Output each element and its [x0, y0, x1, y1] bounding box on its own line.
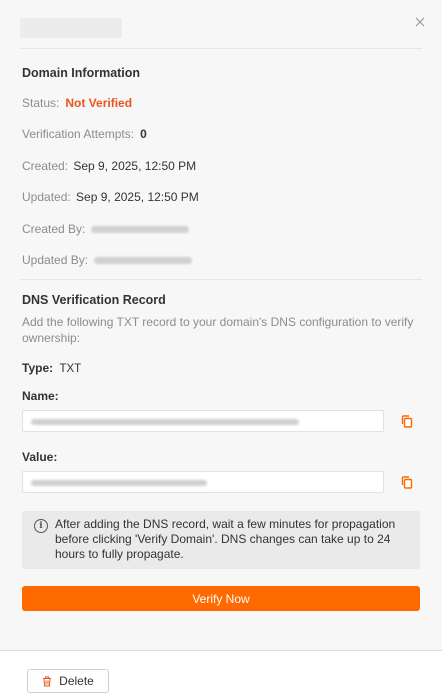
close-button[interactable] [410, 12, 430, 32]
attempts-row: Verification Attempts: 0 [22, 127, 147, 141]
updated-by-label: Updated By: [22, 253, 89, 267]
created-by-redacted [91, 226, 190, 234]
record-value-redacted [31, 480, 207, 486]
status-row: Status: Not Verified [22, 96, 132, 110]
attempts-label: Verification Attempts: [22, 127, 135, 141]
copy-value-button[interactable] [398, 473, 416, 491]
record-value-field[interactable] [22, 471, 384, 493]
updated-row: Updated: Sep 9, 2025, 12:50 PM [22, 190, 199, 204]
footer-divider [0, 650, 442, 651]
status-value: Not Verified [65, 96, 133, 110]
copy-icon [401, 475, 413, 489]
created-by-label: Created By: [22, 222, 86, 236]
updated-label: Updated: [22, 190, 71, 204]
domain-info-title: Domain Information [22, 66, 141, 80]
info-alert: i After adding the DNS record, wait a fe… [22, 511, 420, 569]
close-icon [415, 17, 425, 27]
created-value: Sep 9, 2025, 12:50 PM [73, 159, 197, 173]
record-name-redacted [31, 419, 299, 425]
panel-title-redacted [20, 18, 122, 38]
copy-name-button[interactable] [398, 412, 416, 430]
type-label: Type: [22, 361, 54, 375]
verify-now-button[interactable]: Verify Now [22, 586, 420, 611]
header-divider [20, 48, 422, 49]
value-label: Value: [22, 450, 58, 464]
attempts-value: 0 [140, 127, 147, 141]
created-by-row: Created By: [22, 222, 190, 236]
section-divider [20, 279, 422, 280]
name-label: Name: [22, 389, 59, 403]
status-label: Status: [22, 96, 60, 110]
updated-value: Sep 9, 2025, 12:50 PM [76, 190, 199, 204]
delete-button[interactable]: Delete [27, 669, 109, 693]
info-alert-text: After adding the DNS record, wait a few … [55, 517, 396, 561]
dns-record-title: DNS Verification Record [22, 293, 166, 307]
info-icon: i [34, 519, 48, 533]
type-row: Type: TXT [22, 361, 81, 375]
delete-label: Delete [59, 674, 94, 688]
type-value: TXT [59, 363, 82, 375]
dns-record-description: Add the following TXT record to your dom… [22, 315, 414, 345]
trash-icon [43, 676, 52, 686]
created-label: Created: [22, 159, 69, 173]
copy-icon [401, 414, 413, 428]
updated-by-row: Updated By: [22, 253, 193, 267]
created-row: Created: Sep 9, 2025, 12:50 PM [22, 159, 196, 173]
domain-details-panel: Domain Information Status: Not Verified V… [0, 0, 442, 650]
updated-by-redacted [94, 257, 193, 265]
record-name-field[interactable] [22, 410, 384, 432]
